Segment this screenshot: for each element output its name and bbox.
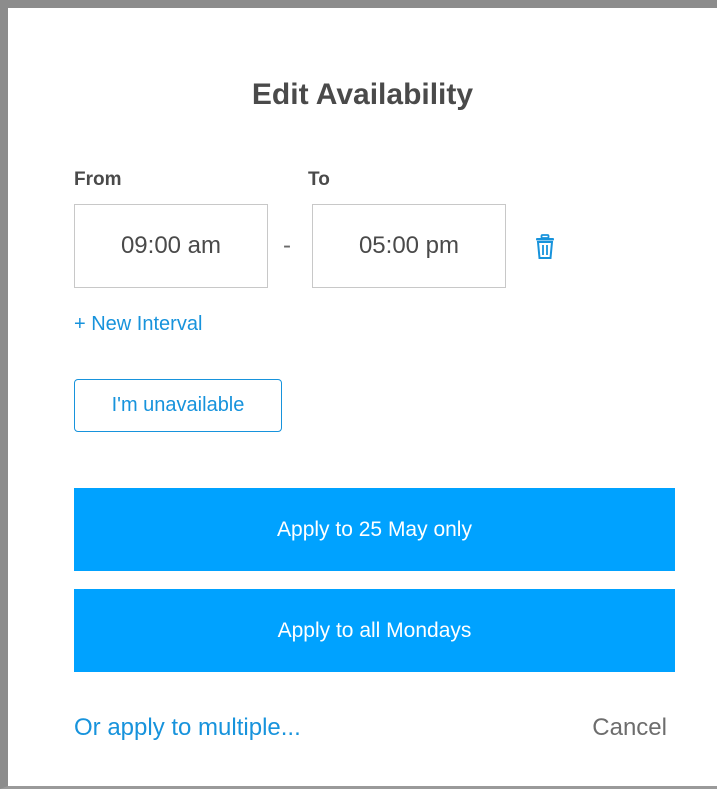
from-label: From bbox=[74, 169, 122, 190]
apply-multiple-link[interactable]: Or apply to multiple... bbox=[74, 714, 301, 742]
edit-availability-dialog: Edit Availability From To 09:00 am - 05:… bbox=[0, 0, 717, 789]
trash-icon[interactable] bbox=[533, 234, 557, 260]
cancel-button[interactable]: Cancel bbox=[592, 714, 667, 742]
unavailable-button[interactable]: I'm unavailable bbox=[74, 379, 282, 432]
apply-date-only-button[interactable]: Apply to 25 May only bbox=[74, 488, 675, 571]
apply-all-weekdays-button[interactable]: Apply to all Mondays bbox=[74, 589, 675, 672]
from-time-input[interactable]: 09:00 am bbox=[74, 204, 268, 288]
to-label: To bbox=[308, 169, 330, 190]
dialog-title: Edit Availability bbox=[251, 78, 474, 111]
new-interval-link[interactable]: + New Interval bbox=[74, 313, 202, 336]
to-time-input[interactable]: 05:00 pm bbox=[312, 204, 506, 288]
interval-separator: - bbox=[283, 232, 291, 259]
